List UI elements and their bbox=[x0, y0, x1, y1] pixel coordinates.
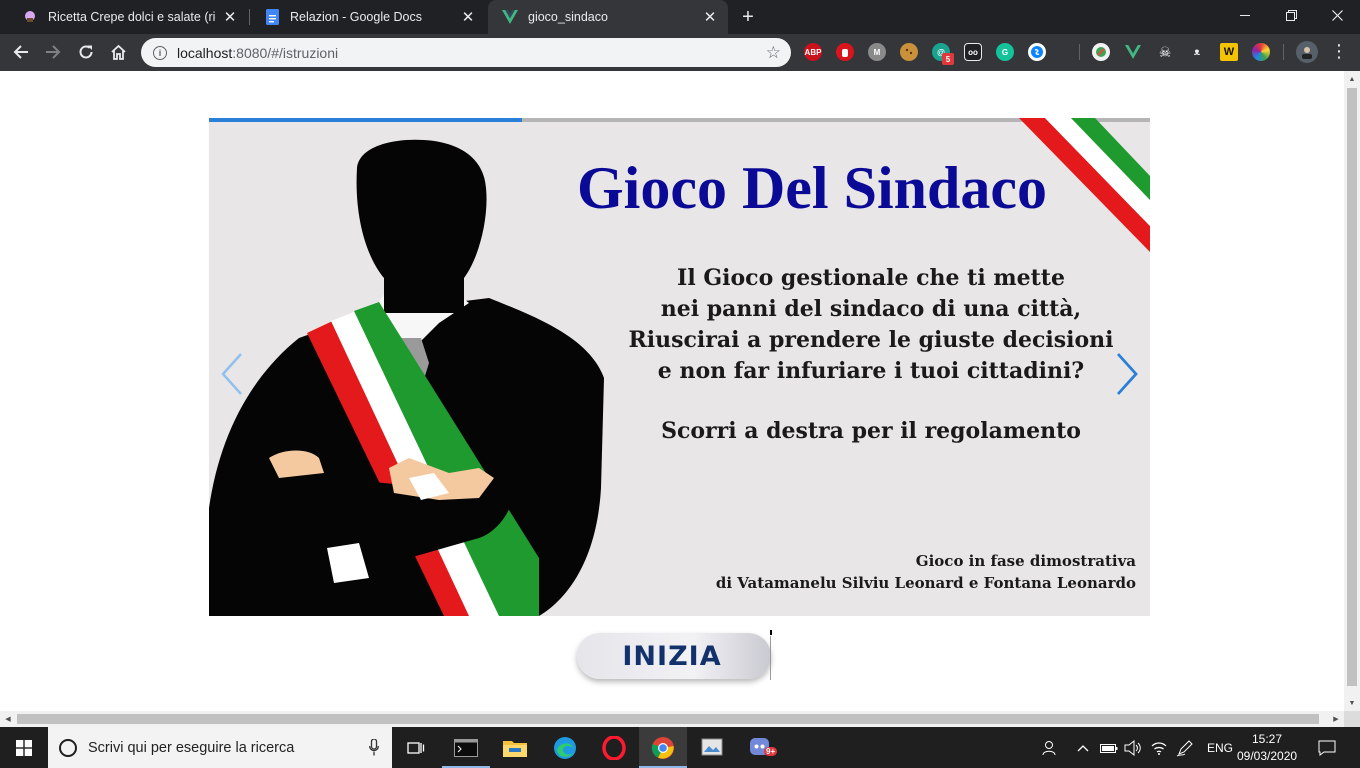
vertical-scroll-thumb[interactable] bbox=[1347, 88, 1357, 686]
scroll-down-arrow-icon[interactable]: ▼ bbox=[1344, 695, 1360, 711]
opera-browser-icon[interactable] bbox=[590, 727, 638, 768]
bookmark-star-icon[interactable]: ☆ bbox=[766, 43, 781, 63]
tab-google-docs[interactable]: Relazion - Google Docs ✕ bbox=[250, 0, 486, 34]
cortana-circle-icon bbox=[59, 738, 77, 757]
chef-hat-icon bbox=[22, 9, 38, 25]
game-title: Gioco Del Sindaco bbox=[577, 155, 1048, 221]
close-tab-icon[interactable]: ✕ bbox=[702, 9, 718, 26]
profile-avatar[interactable] bbox=[1296, 41, 1318, 63]
scrollbar-corner bbox=[1344, 711, 1360, 727]
edge-browser-icon[interactable] bbox=[541, 727, 589, 768]
clock-date: 09/03/2020 bbox=[1237, 749, 1298, 763]
taskbar-search-box[interactable]: Scrivi qui per eseguire la ricerca bbox=[48, 727, 392, 768]
grammarly-icon[interactable]: G bbox=[996, 43, 1014, 61]
scroll-right-arrow-icon[interactable]: ▶ bbox=[1328, 711, 1344, 727]
volume-icon[interactable] bbox=[1124, 727, 1142, 768]
url-text: localhost:8080/#/istruzioni bbox=[177, 44, 339, 61]
vue-devtools-icon[interactable] bbox=[1124, 43, 1142, 61]
file-explorer-icon[interactable] bbox=[491, 727, 539, 768]
metamask-m-icon[interactable]: M bbox=[868, 43, 886, 61]
address-bar[interactable]: i localhost:8080/#/istruzioni ☆ bbox=[141, 38, 791, 67]
credits-line: di Vatamanelu Silviu Leonard e Fontana L… bbox=[715, 574, 1136, 592]
clock-time: 15:27 bbox=[1251, 732, 1283, 746]
color-picker-icon[interactable] bbox=[1092, 43, 1110, 61]
back-button[interactable] bbox=[7, 38, 35, 66]
cat-face-icon[interactable]: ᴥ bbox=[1188, 43, 1206, 61]
windows-taskbar: Scrivi qui per eseguire la ricerca 9+ EN… bbox=[0, 727, 1360, 768]
reload-button[interactable] bbox=[72, 38, 100, 66]
vue-logo-icon bbox=[502, 9, 518, 25]
carousel-prev-arrow[interactable] bbox=[217, 350, 247, 398]
description-line: Il Gioco gestionale che ti mette bbox=[677, 265, 1065, 291]
notification-badge: 9+ bbox=[764, 747, 778, 756]
scroll-up-arrow-icon[interactable]: ▲ bbox=[1344, 71, 1360, 87]
carousel-next-arrow[interactable] bbox=[1112, 350, 1142, 398]
horizontal-scrollbar[interactable]: ◀ ▶ bbox=[0, 711, 1344, 727]
discord-app-icon[interactable]: 9+ bbox=[738, 727, 786, 768]
description-line: nei panni del sindaco di una città, bbox=[660, 296, 1082, 322]
new-tab-button[interactable]: + bbox=[738, 6, 758, 28]
wifi-icon[interactable] bbox=[1150, 727, 1168, 768]
terminal-app-icon[interactable] bbox=[442, 727, 490, 768]
people-icon[interactable] bbox=[1040, 727, 1058, 768]
start-game-button[interactable]: INIZIA bbox=[577, 633, 771, 679]
task-view-icon[interactable] bbox=[392, 727, 440, 768]
profile-divider bbox=[1283, 44, 1284, 60]
description-line: e non far infuriare i tuoi cittadini? bbox=[657, 358, 1085, 384]
microphone-icon[interactable] bbox=[369, 739, 379, 756]
close-tab-icon[interactable]: ✕ bbox=[222, 9, 238, 26]
game-description: Il Gioco gestionale che ti mette nei pan… bbox=[609, 263, 1133, 387]
input-language[interactable]: ENG bbox=[1207, 727, 1233, 768]
description-line: Riuscirai a prendere le giuste decisioni bbox=[628, 327, 1114, 353]
tab-title: Relazion - Google Docs bbox=[290, 10, 423, 24]
color-wheel-icon[interactable] bbox=[1252, 43, 1270, 61]
tab-gioco-sindaco[interactable]: gioco_sindaco ✕ bbox=[488, 0, 728, 34]
eyes-extension-icon[interactable]: oo bbox=[964, 43, 982, 61]
extensions-divider bbox=[1079, 44, 1080, 60]
text-cursor bbox=[770, 630, 772, 680]
browser-tab-strip: Ricetta Crepe dolci e salate (ricett ✕ R… bbox=[0, 0, 1360, 34]
close-tab-icon[interactable]: ✕ bbox=[460, 9, 476, 26]
mayor-silhouette-illustration bbox=[209, 139, 604, 616]
close-window-button[interactable] bbox=[1314, 0, 1360, 30]
home-button[interactable] bbox=[104, 38, 132, 66]
browser-toolbar: i localhost:8080/#/istruzioni ☆ ABP M @ … bbox=[0, 34, 1360, 71]
cookie-icon[interactable] bbox=[900, 43, 918, 61]
tab-title: Ricetta Crepe dolci e salate (ricett bbox=[48, 10, 216, 24]
scroll-left-arrow-icon[interactable]: ◀ bbox=[0, 711, 16, 727]
battery-icon[interactable] bbox=[1100, 727, 1118, 768]
notification-center-icon[interactable] bbox=[1318, 727, 1336, 768]
show-hidden-icons-chevron-icon[interactable] bbox=[1077, 727, 1089, 768]
intro-carousel[interactable]: Gioco Del Sindaco Il Gioco gestionale ch… bbox=[209, 118, 1150, 616]
carousel-progress-fill bbox=[209, 118, 523, 122]
minimize-button[interactable] bbox=[1222, 0, 1268, 30]
photo-app-icon[interactable] bbox=[688, 727, 736, 768]
adblock-plus-icon[interactable]: ABP bbox=[804, 43, 822, 61]
windows-start-button[interactable] bbox=[0, 727, 48, 768]
scroll-hint: Scorri a destra per il regolamento bbox=[661, 418, 1081, 444]
tab-title: gioco_sindaco bbox=[528, 10, 608, 24]
browser-menu-icon[interactable]: ⋮ bbox=[1330, 41, 1348, 62]
page-viewport: Gioco Del Sindaco Il Gioco gestionale ch… bbox=[0, 71, 1344, 711]
horizontal-scroll-thumb[interactable] bbox=[17, 714, 1319, 724]
google-docs-icon bbox=[264, 9, 280, 25]
forward-button[interactable] bbox=[39, 38, 67, 66]
hand-stop-icon[interactable] bbox=[836, 43, 854, 61]
vertical-scrollbar[interactable]: ▲ ▼ bbox=[1344, 71, 1360, 711]
credits-line: Gioco in fase dimostrativa bbox=[915, 552, 1136, 570]
pirate-icon[interactable]: ☠ bbox=[1156, 43, 1174, 61]
search-placeholder: Scrivi qui per eseguire la ricerca bbox=[88, 739, 295, 756]
credits: Gioco in fase dimostrativa di Vatamanelu… bbox=[716, 550, 1136, 594]
chrome-browser-icon[interactable] bbox=[639, 727, 687, 768]
pen-ink-icon[interactable] bbox=[1176, 727, 1194, 768]
shazam-s-icon[interactable] bbox=[1028, 43, 1046, 61]
system-clock[interactable]: 15:27 09/03/2020 bbox=[1237, 731, 1297, 765]
extension-badge: 5 bbox=[942, 53, 954, 65]
tab-ricetta[interactable]: Ricetta Crepe dolci e salate (ricett ✕ bbox=[8, 0, 248, 34]
w-extension-icon[interactable]: W bbox=[1220, 43, 1238, 61]
site-info-icon[interactable]: i bbox=[153, 45, 167, 60]
restore-button[interactable] bbox=[1268, 0, 1314, 30]
